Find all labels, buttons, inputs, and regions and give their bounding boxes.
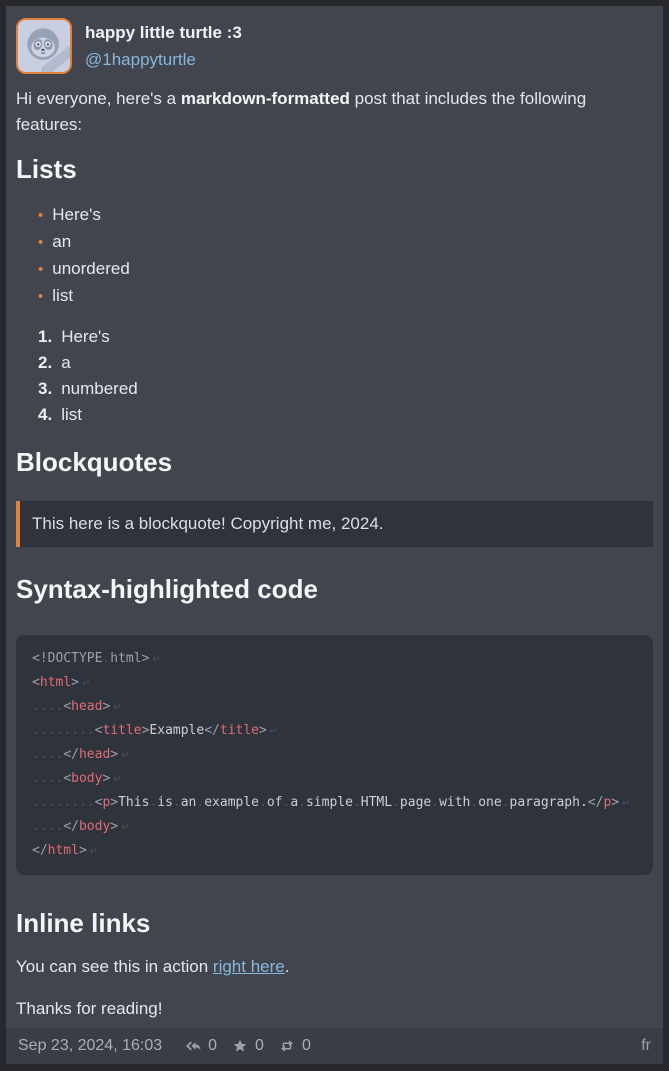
author-block: happy little turtle :3 @1happyturtle: [85, 23, 242, 70]
bullet-icon: •: [38, 230, 43, 256]
author-handle[interactable]: @1happyturtle: [85, 50, 242, 70]
post-frame: happy little turtle :3 @1happyturtle Hi …: [0, 0, 669, 1071]
list-item-text: list: [52, 283, 73, 309]
end-of-line-icon: ↵: [82, 678, 90, 689]
code-line: <!DOCTYPE.html>↵: [32, 647, 637, 671]
post-card: happy little turtle :3 @1happyturtle Hi …: [6, 6, 663, 1064]
code-line: ........<title>Example</title>↵: [32, 719, 637, 743]
reply-icon: [184, 1037, 202, 1055]
boost-icon: [278, 1037, 296, 1055]
intro-text-pre: Hi everyone, here's a: [16, 89, 181, 108]
sloth-avatar-image: [18, 20, 70, 72]
list-number: 2.: [38, 350, 52, 376]
heading-blockquotes: Blockquotes: [16, 445, 653, 479]
end-of-line-icon: ↵: [90, 846, 98, 857]
bullet-icon: •: [38, 284, 43, 310]
code-line: </html>↵: [32, 839, 637, 863]
language-tag: fr: [641, 1037, 651, 1055]
list-item-text: a: [61, 350, 70, 376]
blockquote-text: This here is a blockquote! Copyright me,…: [32, 514, 384, 533]
list-number: 3.: [38, 376, 52, 402]
unordered-list: • Here's • an • unordered • list: [16, 202, 653, 310]
list-item: • unordered: [38, 256, 653, 283]
list-item-text: numbered: [61, 376, 138, 402]
bullet-icon: •: [38, 203, 43, 229]
timestamp[interactable]: Sep 23, 2024, 16:03: [18, 1037, 162, 1055]
star-icon: [231, 1037, 249, 1055]
list-item-text: an: [52, 229, 71, 255]
heading-inline-links: Inline links: [16, 906, 653, 940]
end-of-line-icon: ↵: [152, 654, 160, 665]
end-of-line-icon: ↵: [270, 726, 278, 737]
heading-lists: Lists: [16, 152, 653, 186]
code-block: <!DOCTYPE.html>↵<html>↵....<head>↵......…: [16, 635, 653, 875]
list-item-text: Here's: [52, 202, 101, 228]
author-display-name[interactable]: happy little turtle :3: [85, 23, 242, 43]
list-item: 4. list: [38, 402, 653, 428]
post-footer: Sep 23, 2024, 16:03 0 0 0: [6, 1028, 663, 1064]
end-of-line-icon: ↵: [113, 702, 121, 713]
link-paragraph: You can see this in action right here.: [16, 954, 653, 980]
link-text-post: .: [285, 957, 290, 976]
list-item-text: Here's: [61, 324, 110, 350]
reply-button[interactable]: 0: [184, 1037, 217, 1055]
boost-button[interactable]: 0: [278, 1037, 311, 1055]
list-item: 3. numbered: [38, 376, 653, 402]
bullet-icon: •: [38, 257, 43, 283]
end-of-line-icon: ↵: [121, 822, 129, 833]
list-item: • Here's: [38, 202, 653, 229]
reply-count: 0: [208, 1037, 217, 1055]
ordered-list: 1. Here's 2. a 3. numbered 4. list: [16, 324, 653, 428]
post-header: happy little turtle :3 @1happyturtle: [16, 18, 653, 74]
list-item-text: unordered: [52, 256, 130, 282]
post-content: happy little turtle :3 @1happyturtle Hi …: [6, 6, 663, 1028]
end-of-line-icon: ↵: [622, 798, 630, 809]
list-number: 4.: [38, 402, 52, 428]
code-line: ....</head>↵: [32, 743, 637, 767]
list-item: • list: [38, 283, 653, 310]
end-of-line-icon: ↵: [113, 774, 121, 785]
code-line: <html>↵: [32, 671, 637, 695]
end-of-line-icon: ↵: [121, 750, 129, 761]
intro-paragraph: Hi everyone, here's a markdown-formatted…: [16, 86, 653, 138]
list-number: 1.: [38, 324, 52, 350]
list-item: • an: [38, 229, 653, 256]
code-line: ....<head>↵: [32, 695, 637, 719]
intro-text-bold: markdown-formatted: [181, 89, 350, 108]
favourite-button[interactable]: 0: [231, 1037, 264, 1055]
code-line: ....</body>↵: [32, 815, 637, 839]
code-line: ........<p>This.is.an.example.of.a.simpl…: [32, 791, 637, 815]
inline-link[interactable]: right here: [213, 957, 285, 976]
code-line: ....<body>↵: [32, 767, 637, 791]
avatar[interactable]: [16, 18, 72, 74]
heading-code: Syntax-highlighted code: [16, 572, 653, 606]
blockquote: This here is a blockquote! Copyright me,…: [16, 501, 653, 547]
outro-paragraph: Thanks for reading!: [16, 996, 653, 1022]
boost-count: 0: [302, 1037, 311, 1055]
list-item: 1. Here's: [38, 324, 653, 350]
favourite-count: 0: [255, 1037, 264, 1055]
list-item: 2. a: [38, 350, 653, 376]
list-item-text: list: [61, 402, 82, 428]
link-text-pre: You can see this in action: [16, 957, 213, 976]
